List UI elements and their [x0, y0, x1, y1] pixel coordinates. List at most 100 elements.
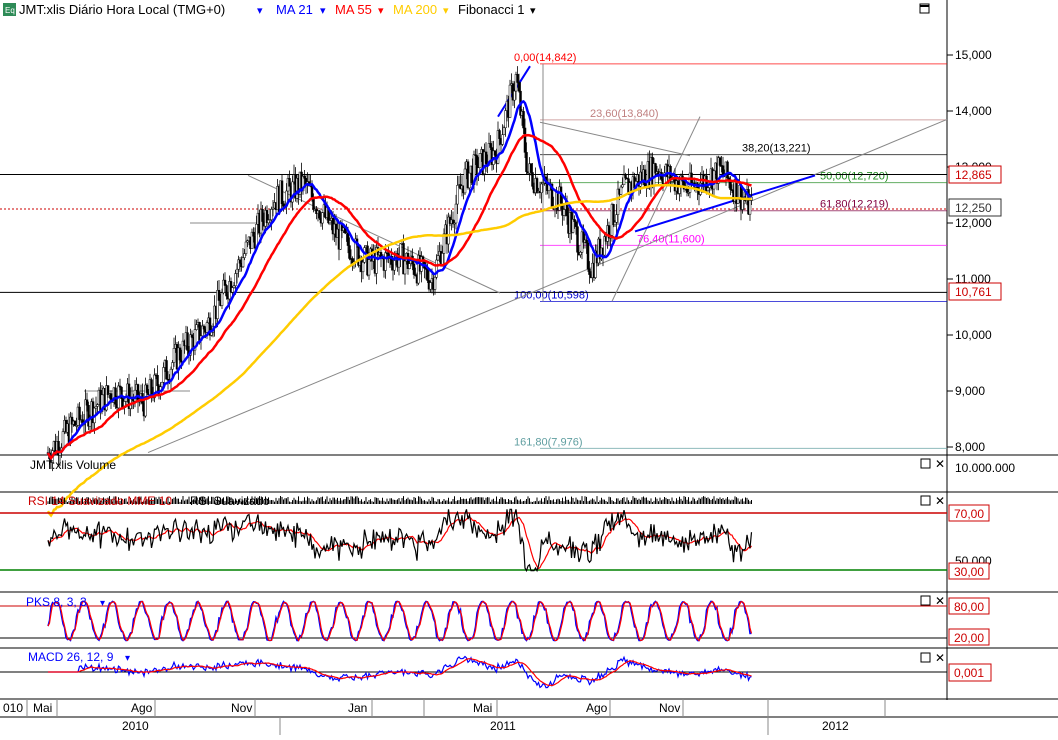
macd-tick: 0,001 — [954, 666, 984, 680]
indicator-ma21[interactable]: MA 21 — [276, 2, 313, 17]
month-label: Ago — [586, 701, 608, 715]
price-tick-label: 14,000 — [955, 104, 992, 118]
indicator-ma55[interactable]: MA 55 — [335, 2, 372, 17]
candle-body — [235, 268, 239, 274]
candle-body — [232, 285, 236, 288]
candle-body — [244, 241, 248, 254]
candle-body — [706, 187, 710, 191]
candle-body — [195, 324, 198, 330]
candle-body — [540, 183, 543, 194]
candle-body — [426, 269, 429, 281]
candle-body — [171, 362, 174, 370]
candle-body — [94, 406, 98, 409]
rsi-tick-30: 30,00 — [954, 565, 984, 579]
fib-level-label: 50,00(12,720) — [820, 171, 889, 183]
candle-body — [523, 127, 527, 153]
candle-body — [522, 111, 525, 129]
candle-body — [234, 273, 237, 286]
candle-body — [238, 259, 242, 264]
candle-body — [270, 209, 273, 220]
dropdown-icon[interactable]: ▾ — [320, 5, 326, 17]
close-icon[interactable]: ✕ — [935, 594, 945, 608]
close-icon[interactable]: ✕ — [935, 651, 945, 665]
candle-body — [748, 200, 752, 215]
dropdown-icon[interactable]: ▾ — [125, 653, 130, 664]
candle-body — [205, 322, 209, 333]
candle-body — [282, 203, 285, 207]
candle-body — [150, 379, 153, 396]
candle-body — [321, 212, 324, 224]
candle-body — [288, 178, 291, 187]
candle-body — [579, 252, 582, 256]
candle-body — [85, 399, 89, 406]
candle-body — [73, 420, 77, 427]
candle-body — [484, 151, 488, 164]
close-icon[interactable]: ✕ — [935, 494, 945, 508]
candle-body — [729, 180, 732, 190]
candle-body — [441, 253, 444, 266]
candle-body — [96, 404, 99, 407]
macd-panel-title[interactable]: MACD 26, 12, 9 — [28, 650, 114, 664]
dropdown-icon[interactable]: ▾ — [378, 5, 384, 17]
month-label: Nov — [231, 701, 252, 715]
candle-body — [361, 261, 365, 273]
candle-body — [513, 90, 516, 101]
candle-body — [456, 185, 459, 205]
candle-body — [223, 279, 227, 286]
indicator-ma200[interactable]: MA 200 — [393, 2, 437, 17]
candle-body — [172, 348, 176, 363]
candle-body — [517, 82, 521, 92]
candle-body — [178, 347, 182, 361]
candle-body — [393, 260, 396, 271]
candle-body — [588, 268, 591, 275]
candle-body — [303, 176, 306, 179]
candle-body — [318, 210, 321, 219]
candle-body — [624, 174, 627, 179]
candle-body — [280, 180, 284, 205]
year-label: 2011 — [490, 719, 516, 733]
close-icon[interactable]: ✕ — [935, 457, 945, 471]
candle-body — [210, 332, 213, 336]
instrument-title[interactable]: JMT:xlis Diário Hora Local (TMG+0) — [19, 2, 225, 17]
candle-body — [493, 150, 497, 156]
stoch-panel-title[interactable]: PKS 8, 3, 3 — [26, 595, 87, 609]
candle-body — [433, 277, 437, 290]
candle-body — [619, 186, 623, 195]
instrument-icon-text: Eq — [5, 6, 15, 15]
year-label: 2012 — [822, 719, 849, 733]
candle-body — [78, 406, 81, 420]
candle-body — [217, 290, 221, 301]
candle-body — [328, 220, 332, 224]
rsi-tick-70: 70,00 — [954, 507, 984, 521]
chart-canvas[interactable]: 0,00(14,842) 23,60(13,840) 38,20(13,221) 50… — [0, 0, 1058, 735]
candle-body — [252, 231, 255, 237]
price-tick-label: 9,000 — [955, 384, 985, 398]
candle-body — [529, 163, 533, 173]
candle-body — [202, 325, 206, 330]
fib-level-label: 61,80(12,219) — [820, 199, 889, 211]
dropdown-icon[interactable]: ▾ — [530, 5, 536, 17]
dropdown-icon[interactable]: ▾ — [443, 5, 449, 17]
stoch-tick-80: 80,00 — [954, 600, 984, 614]
candle-body — [586, 242, 590, 270]
month-label: 010 — [3, 701, 23, 715]
candle-body — [225, 285, 228, 297]
candle-body — [454, 203, 458, 224]
candle-body — [243, 253, 246, 258]
candle-body — [498, 130, 501, 139]
candle-body — [231, 287, 234, 293]
candle-body — [501, 134, 504, 145]
candle-body — [220, 292, 224, 306]
rsi-panel-title[interactable]: RSI 14 Suavizado MME 10 — [28, 494, 172, 508]
candle-body — [165, 360, 168, 380]
candle-body — [612, 204, 615, 226]
candle-body — [468, 172, 471, 189]
dropdown-icon[interactable]: ▾ — [100, 598, 105, 609]
candle-body — [162, 367, 165, 383]
dropdown-icon[interactable]: ▾ — [257, 5, 263, 17]
candle-body — [712, 170, 716, 190]
candle-body — [718, 157, 722, 166]
indicator-fibonacci[interactable]: Fibonacci 1 — [458, 2, 524, 17]
price-tick-label: 8,000 — [955, 440, 985, 454]
rsi-panel-title-2[interactable]: RSI Suavizado — [190, 494, 270, 508]
